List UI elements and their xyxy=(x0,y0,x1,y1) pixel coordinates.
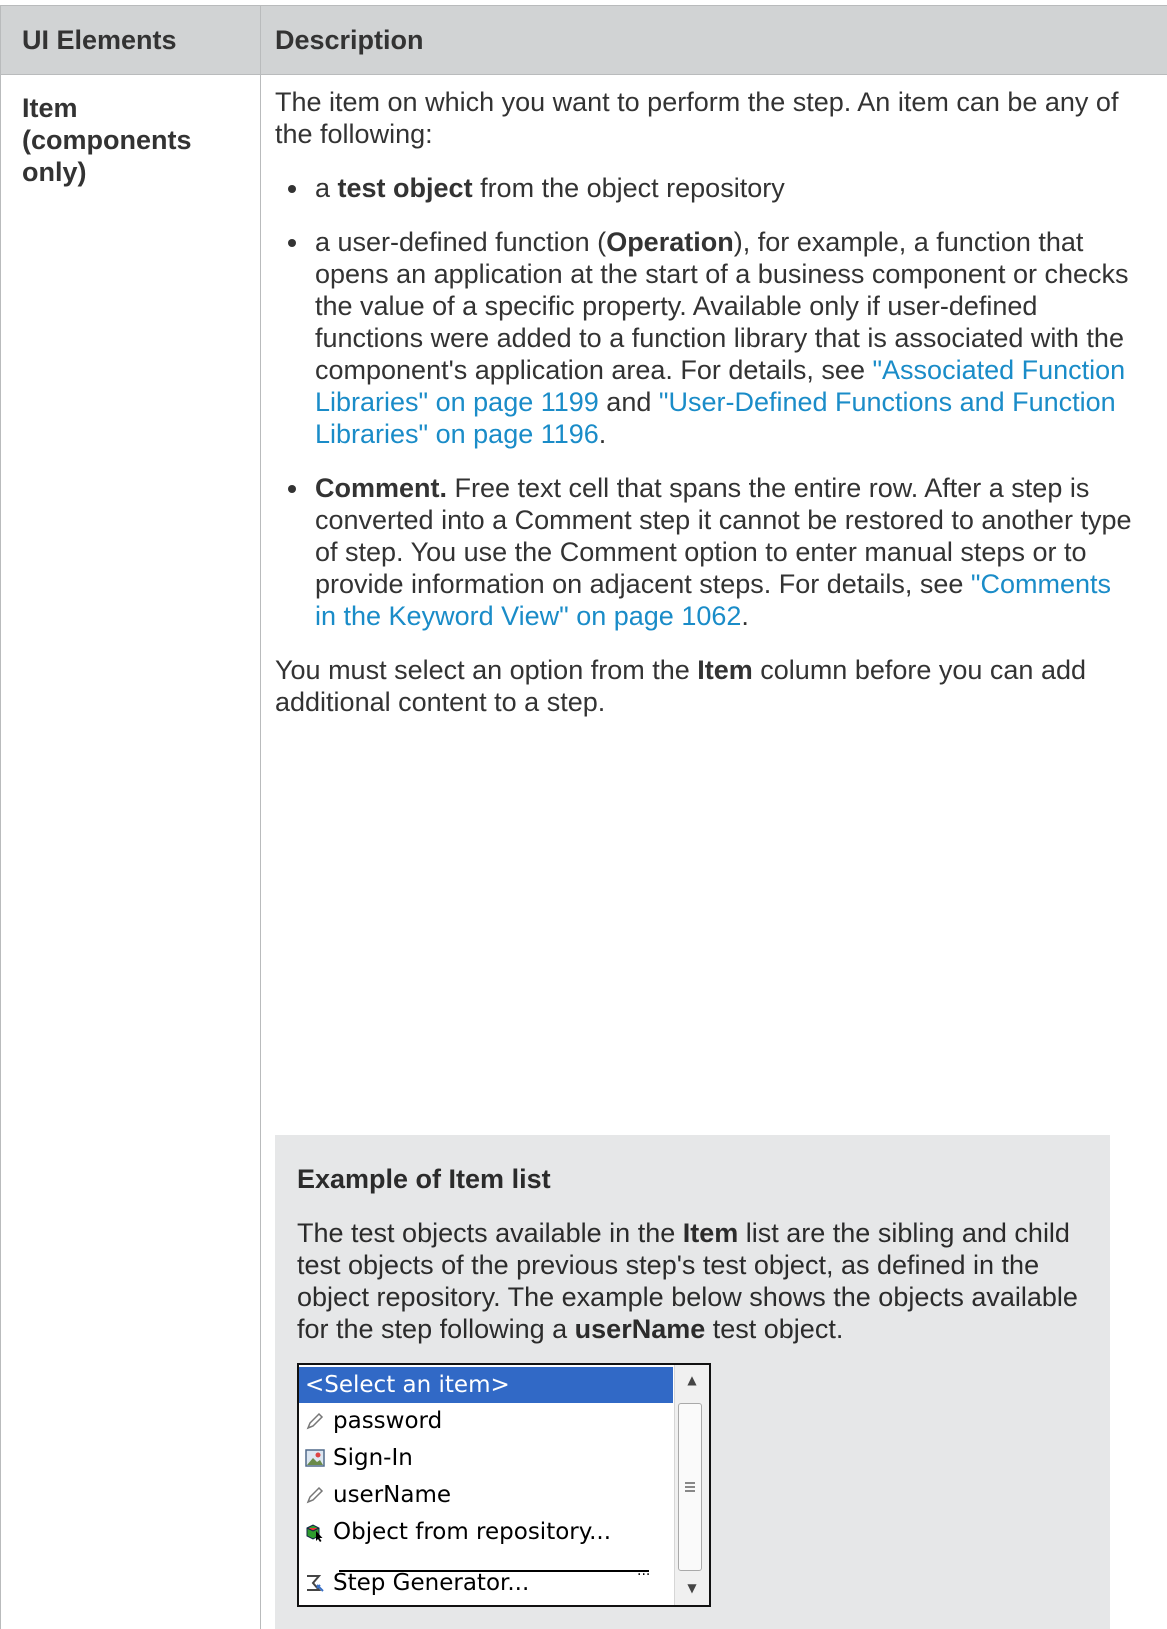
pencil-icon xyxy=(306,1486,324,1504)
scroll-thumb[interactable] xyxy=(678,1403,702,1571)
scroll-down-icon[interactable]: ▼ xyxy=(683,1581,701,1595)
item-types-list: a test object from the object repository… xyxy=(275,172,1135,632)
example-text: The test objects available in the Item l… xyxy=(297,1218,1078,1344)
element-description: The item on which you want to perform th… xyxy=(275,86,1135,718)
element-name: Item (components only) xyxy=(22,93,192,187)
list-item-object-from-repository[interactable]: Object from repository... xyxy=(299,1514,673,1550)
list-item-sign-in[interactable]: Sign-In xyxy=(299,1440,673,1476)
cube-cursor-icon xyxy=(306,1524,323,1542)
pencil-icon xyxy=(306,1412,324,1430)
ui-elements-table: UI Elements Description Item (components… xyxy=(0,0,1167,1629)
note-text: You must select an option from the Item … xyxy=(275,655,1086,717)
grip-icon xyxy=(685,1482,695,1484)
list-item: Comment. Free text cell that spans the e… xyxy=(275,472,1135,632)
table-header: UI Elements Description xyxy=(0,5,1167,75)
intro-text: The item on which you want to perform th… xyxy=(275,87,1119,149)
table-left-border xyxy=(0,5,1,1629)
item-list-screenshot: <Select an item> password Sign-In userNa… xyxy=(297,1363,711,1607)
header-description: Description xyxy=(275,25,424,55)
list-item-selected[interactable]: <Select an item> xyxy=(299,1367,673,1403)
step-generator-icon xyxy=(307,1575,324,1592)
list-item-step-generator[interactable]: Step Generator... xyxy=(299,1565,673,1601)
list-item: a user-defined function (Operation), for… xyxy=(275,226,1135,450)
header-ui-elements: UI Elements xyxy=(22,25,177,55)
list-item-username[interactable]: userName xyxy=(299,1477,673,1513)
list-item: a test object from the object repository xyxy=(275,172,1135,204)
column-divider xyxy=(260,5,261,1629)
example-title: Example of Item list xyxy=(297,1164,551,1194)
scroll-up-icon[interactable]: ▲ xyxy=(683,1373,701,1387)
image-icon xyxy=(305,1449,325,1467)
list-item-password[interactable]: password xyxy=(299,1403,673,1439)
bullet-icon xyxy=(288,239,296,247)
scrollbar[interactable]: ▲ ▼ xyxy=(674,1365,709,1605)
bullet-icon xyxy=(288,485,296,493)
example-box: Example of Item list The test objects av… xyxy=(275,1135,1110,1629)
bullet-icon xyxy=(288,185,296,193)
